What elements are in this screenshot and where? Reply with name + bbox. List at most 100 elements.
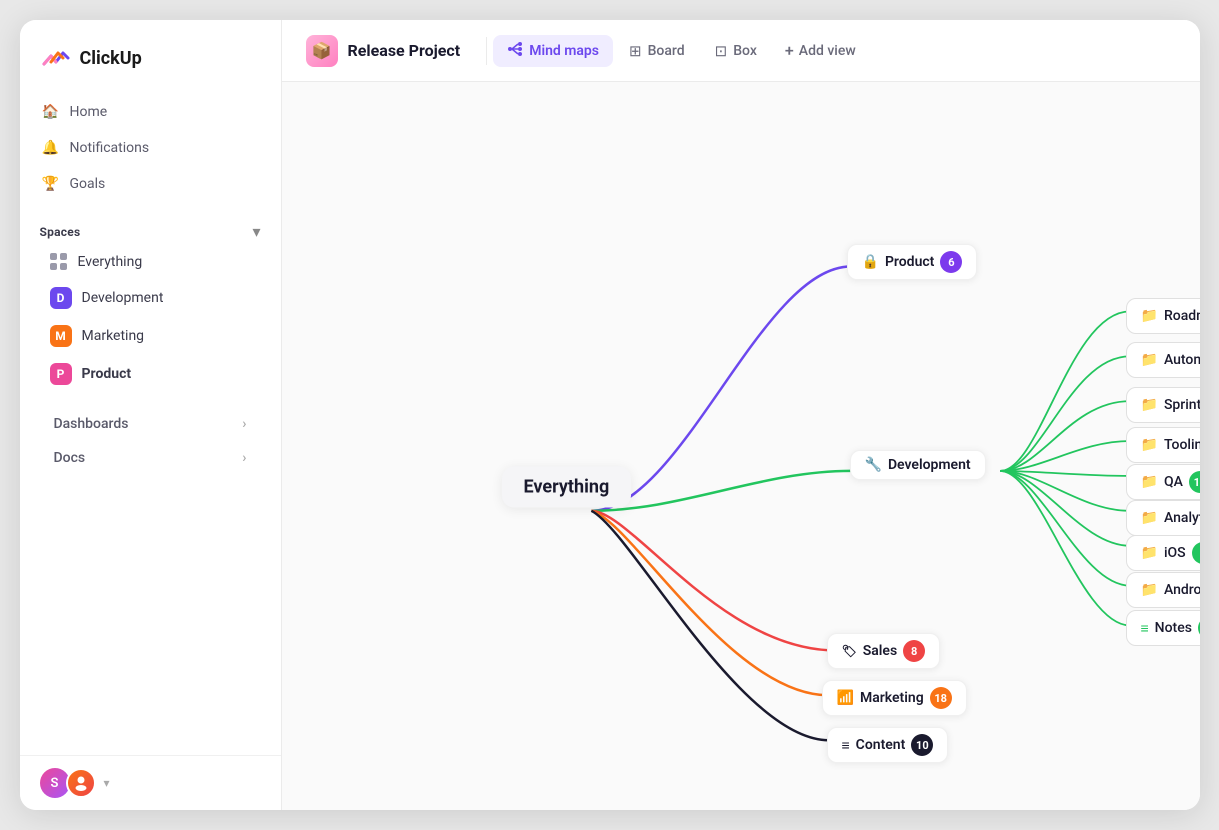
app-container: ClickUp 🏠 Home 🔔 Notifications 🏆 Goals S… — [20, 20, 1200, 810]
marketing-avatar: M — [50, 325, 72, 347]
view-tabs: Mind maps ⊞ Board ⊡ Box + Add view — [493, 35, 868, 67]
ios-icon: 📁 — [1141, 545, 1158, 561]
user-avatar-2 — [66, 768, 96, 798]
add-view-label: Add view — [799, 43, 856, 59]
sidebar-footer: S ▾ — [20, 755, 281, 810]
android-label: Android — [1164, 582, 1200, 598]
node-sales[interactable]: 🏷 Sales 8 — [827, 633, 941, 669]
qa-label: QA — [1164, 474, 1183, 490]
sidebar-item-notifications[interactable]: 🔔 Notifications — [32, 130, 269, 166]
node-ios[interactable]: 📁 iOS 1 — [1126, 535, 1200, 571]
product-node-label: Product — [885, 254, 934, 270]
sprints-icon: 📁 — [1141, 397, 1158, 413]
node-development[interactable]: 🔧 Development — [850, 450, 986, 480]
project-icon: 📦 — [306, 35, 338, 67]
docs-label: Docs — [54, 450, 86, 466]
sidebar-item-product[interactable]: P Product — [40, 355, 261, 393]
product-avatar: P — [50, 363, 72, 385]
tab-mind-maps-label: Mind maps — [529, 43, 599, 59]
content-badge: 10 — [911, 734, 933, 756]
development-label: Development — [82, 290, 164, 306]
box-icon: ⊡ — [715, 42, 728, 60]
plus-icon: + — [785, 41, 794, 60]
product-label: Product — [82, 366, 132, 382]
analytics-icon: 📁 — [1141, 510, 1158, 526]
sales-badge: 8 — [903, 640, 925, 662]
dashboards-label: Dashboards — [54, 416, 129, 432]
roadmap-label: Roadmap — [1164, 308, 1200, 324]
ios-badge: 1 — [1192, 542, 1200, 564]
project-title: Release Project — [348, 41, 461, 60]
sales-node-label: Sales — [863, 643, 897, 659]
main-content: 📦 Release Project Mind maps ⊞ Board ⊡ Bo… — [282, 20, 1200, 810]
node-marketing[interactable]: 📶 Marketing 18 — [822, 680, 967, 716]
notes-icon: ≡ — [1141, 620, 1149, 637]
app-name: ClickUp — [80, 48, 142, 69]
marketing-badge: 18 — [930, 687, 952, 709]
docs-collapse[interactable]: Docs › — [32, 441, 269, 475]
sidebar-item-goals[interactable]: 🏆 Goals — [32, 166, 269, 202]
center-node: Everything — [502, 467, 632, 508]
dashboards-arrow-icon: › — [242, 416, 246, 432]
qa-icon: 📁 — [1141, 474, 1158, 490]
sidebar-item-home[interactable]: 🏠 Home — [32, 94, 269, 130]
content-node-icon: ≡ — [842, 737, 850, 754]
sidebar-item-home-label: Home — [70, 104, 108, 120]
sidebar-item-notifications-label: Notifications — [70, 140, 150, 156]
automation-icon: 📁 — [1141, 352, 1158, 368]
node-android[interactable]: 📁 Android 4 — [1126, 572, 1200, 608]
node-product[interactable]: 🔒 Product 6 — [847, 244, 978, 280]
topbar: 📦 Release Project Mind maps ⊞ Board ⊡ Bo… — [282, 20, 1200, 82]
sidebar-item-goals-label: Goals — [70, 176, 106, 192]
spaces-collapse-icon[interactable]: ▾ — [252, 222, 260, 241]
trophy-icon: 🏆 — [42, 175, 60, 193]
sidebar-navigation: 🏠 Home 🔔 Notifications 🏆 Goals — [20, 90, 281, 206]
sidebar-item-marketing[interactable]: M Marketing — [40, 317, 261, 355]
notes-label: Notes — [1155, 620, 1192, 636]
node-notes[interactable]: ≡ Notes 3 — [1126, 610, 1200, 646]
sales-node-icon: 🏷 — [842, 644, 857, 658]
node-roadmap[interactable]: 📁 Roadmap 11 — [1126, 298, 1200, 334]
node-content[interactable]: ≡ Content 10 — [827, 727, 949, 763]
node-automation[interactable]: 📁 Automation 6 — [1126, 342, 1200, 378]
node-analytics[interactable]: 📁 Analytics 5 — [1126, 500, 1200, 536]
marketing-node-icon: 📶 — [837, 690, 854, 706]
sidebar-logo: ClickUp — [20, 20, 281, 90]
roadmap-icon: 📁 — [1141, 308, 1158, 324]
spaces-section: Spaces ▾ Everything D Development — [20, 206, 281, 399]
tab-box[interactable]: ⊡ Box — [701, 36, 771, 66]
development-node-label: Development — [888, 457, 971, 473]
product-node-icon: 🔒 — [862, 254, 879, 270]
android-icon: 📁 — [1141, 582, 1158, 598]
sidebar-item-everything[interactable]: Everything — [40, 245, 261, 279]
everything-grid-icon — [50, 253, 68, 271]
development-node-icon: 🔧 — [865, 457, 882, 473]
tab-board[interactable]: ⊞ Board — [615, 36, 699, 66]
mindmap-svg — [282, 82, 1200, 810]
clickup-logo-icon — [40, 42, 72, 74]
spaces-title: Spaces — [40, 225, 81, 239]
mindmap-canvas: Everything 🔒 Product 6 🔧 Development 🏷 S… — [282, 82, 1200, 810]
sidebar: ClickUp 🏠 Home 🔔 Notifications 🏆 Goals S… — [20, 20, 282, 810]
everything-label: Everything — [78, 254, 143, 270]
collapsed-sections: Dashboards › Docs › — [20, 399, 281, 483]
dashboards-collapse[interactable]: Dashboards › — [32, 407, 269, 441]
qa-badge: 11 — [1189, 471, 1200, 493]
tooling-label: Tooling — [1164, 437, 1200, 453]
tab-mind-maps[interactable]: Mind maps — [493, 35, 613, 67]
user-dropdown-icon[interactable]: ▾ — [104, 776, 110, 790]
node-sprints[interactable]: 📁 Sprints 11 — [1126, 387, 1200, 423]
bell-icon: 🔔 — [42, 139, 60, 157]
node-tooling[interactable]: 📁 Tooling 5 — [1126, 427, 1200, 463]
ios-label: iOS — [1164, 545, 1186, 561]
spaces-header: Spaces ▾ — [40, 222, 261, 241]
add-view-button[interactable]: + Add view — [773, 35, 868, 66]
mind-maps-icon — [507, 41, 523, 61]
tooling-icon: 📁 — [1141, 437, 1158, 453]
tab-box-label: Box — [733, 43, 757, 59]
home-icon: 🏠 — [42, 103, 60, 121]
marketing-node-label: Marketing — [860, 690, 924, 706]
node-qa[interactable]: 📁 QA 11 — [1126, 464, 1200, 500]
sidebar-item-development[interactable]: D Development — [40, 279, 261, 317]
development-avatar: D — [50, 287, 72, 309]
